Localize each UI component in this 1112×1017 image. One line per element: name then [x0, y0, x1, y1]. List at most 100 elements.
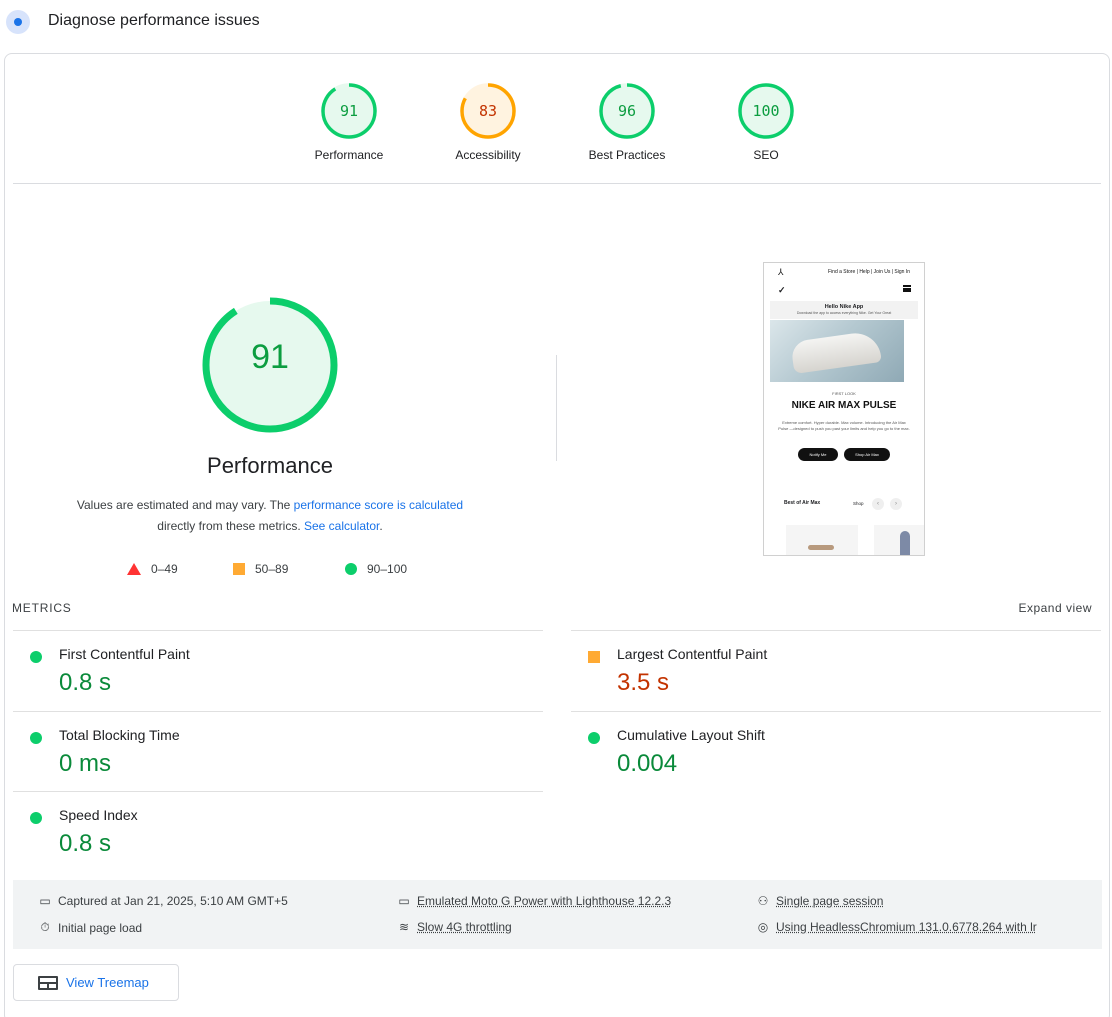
diagnose-icon: [6, 10, 30, 34]
chevron-right-icon: ›: [890, 498, 902, 510]
triangle-icon: [127, 563, 141, 575]
shoe-image: [790, 330, 882, 374]
preview-topbar: ⅄ Find a Store | Help | Join Us | Sign I…: [764, 263, 924, 279]
preview-notify-button: Notify Me: [798, 448, 838, 461]
calendar-icon: ▭: [39, 894, 51, 908]
metric-value: 0 ms: [59, 750, 112, 777]
runtime-settings: ▭ Captured at Jan 21, 2025, 5:10 AM GMT+…: [13, 880, 1102, 949]
timer-icon: ⏱: [40, 920, 50, 934]
preview-banner: Hello Nike App Download the app to acces…: [770, 301, 918, 319]
gauge-score: 100: [752, 102, 780, 120]
metric-lcp: Largest Contentful Paint 3.5 s: [571, 630, 1101, 710]
circle-icon: [345, 563, 357, 575]
preview-headline: NIKE AIR MAX PULSE: [791, 400, 897, 411]
section-header: Diagnose performance issues: [0, 0, 1112, 44]
nike-logo-icon: ✓: [778, 285, 786, 295]
info-text: Using HeadlessChromium 131.0.6778.264 wi…: [776, 920, 1037, 934]
pass-circle-icon: [30, 812, 42, 824]
chrome-icon: ◎: [757, 920, 769, 934]
preview-section-title: Best of Air Max: [784, 500, 821, 506]
gauge-label-seo[interactable]: SEO: [696, 148, 836, 162]
gauge-accessibility[interactable]: 83: [459, 82, 517, 140]
metric-value: 0.8 s: [59, 669, 112, 696]
chevron-left-icon: ‹: [872, 498, 884, 510]
browser-info[interactable]: ◎ Using HeadlessChromium 131.0.6778.264 …: [756, 920, 1037, 934]
metric-value: 0.004: [617, 750, 678, 777]
metric-name: Total Blocking Time: [59, 727, 180, 743]
metric-si: Speed Index 0.8 s: [13, 791, 543, 871]
legend-range: 0–49: [151, 562, 178, 576]
metric-value: 3.5 s: [617, 669, 670, 696]
performance-gauge-large: 91: [199, 294, 341, 436]
preview-eyebrow: FIRST LOOK: [832, 391, 856, 396]
note-text: .: [379, 519, 383, 533]
captured-at: ▭ Captured at Jan 21, 2025, 5:10 AM GMT+…: [38, 894, 288, 908]
metric-tbt: Total Blocking Time 0 ms: [13, 711, 543, 791]
pass-circle-icon: [30, 732, 42, 744]
performance-title: Performance: [207, 453, 333, 478]
metric-name: Cumulative Layout Shift: [617, 727, 765, 743]
info-text: Emulated Moto G Power with Lighthouse 12…: [417, 894, 672, 908]
page-load-type: ⏱ Initial page load: [38, 920, 142, 935]
gauge-label-best-practices[interactable]: Best Practices: [557, 148, 697, 162]
expand-view-toggle[interactable]: Expand view: [1018, 601, 1092, 615]
jordan-logo-icon: ⅄: [778, 267, 784, 277]
gauge-score: 83: [478, 102, 498, 120]
view-treemap-button[interactable]: View Treemap: [13, 964, 179, 1001]
info-text: Single page session: [776, 894, 884, 908]
pass-circle-icon: [588, 732, 600, 744]
preview-banner-sub: Download the app to access everything Ni…: [796, 311, 892, 315]
score-calculated-link[interactable]: performance score is calculated: [294, 498, 463, 512]
divider: [13, 183, 1101, 184]
metric-cls: Cumulative Layout Shift 0.004: [571, 711, 1101, 791]
info-text: Captured at Jan 21, 2025, 5:10 AM GMT+5: [58, 894, 288, 908]
metric-name: Largest Contentful Paint: [617, 646, 768, 662]
see-calculator-link[interactable]: See calculator: [304, 519, 379, 533]
preview-banner-title: Hello Nike App: [824, 304, 864, 310]
legend-range: 90–100: [367, 562, 408, 576]
pass-circle-icon: [30, 651, 42, 663]
gauge-performance[interactable]: 91: [320, 82, 378, 140]
info-text: Slow 4G throttling: [417, 920, 512, 934]
gauge-score: 96: [617, 102, 637, 120]
session-type[interactable]: ⚇ Single page session: [756, 894, 884, 908]
preview-product-card: [874, 525, 924, 555]
square-icon: [233, 563, 245, 575]
gauge-score: 91: [339, 102, 359, 120]
gauge-label-accessibility[interactable]: Accessibility: [418, 148, 558, 162]
emulated-device[interactable]: ▭ Emulated Moto G Power with Lighthouse …: [397, 894, 671, 908]
preview-shop-button: Shop Air Max: [844, 448, 890, 461]
preview-product-card: [786, 525, 858, 555]
preview-links: Find a Store | Help | Join Us | Sign In: [828, 269, 910, 275]
legend-range: 50–89: [255, 562, 289, 576]
metric-value: 0.8 s: [59, 830, 112, 857]
metric-name: Speed Index: [59, 807, 138, 823]
metrics-heading: METRICS: [12, 601, 72, 615]
menu-icon: [903, 285, 911, 292]
gauge-best-practices[interactable]: 96: [598, 82, 656, 140]
network-throttling[interactable]: ≋ Slow 4G throttling: [397, 920, 512, 934]
gauge-seo[interactable]: 100: [737, 82, 795, 140]
legend-average: 50–89: [233, 562, 288, 576]
final-screenshot[interactable]: ⅄ Find a Store | Help | Join Us | Sign I…: [763, 262, 925, 556]
legend-fail: 0–49: [127, 562, 178, 576]
gauge-label-performance[interactable]: Performance: [279, 148, 419, 162]
treemap-icon: [38, 975, 58, 990]
wifi-icon: ≋: [398, 920, 410, 934]
note-text: directly from these metrics.: [157, 519, 304, 533]
average-square-icon: [588, 651, 600, 663]
metric-name: First Contentful Paint: [59, 646, 190, 662]
section-title: Diagnose performance issues: [48, 12, 260, 29]
preview-shop-link: Shop: [853, 501, 864, 506]
session-icon: ⚇: [757, 894, 769, 908]
preview-hero-image: [770, 320, 904, 382]
view-treemap-label: View Treemap: [66, 975, 149, 990]
divider: [556, 355, 557, 461]
performance-score: 91: [251, 338, 289, 376]
score-note: Values are estimated and may vary. The p…: [30, 495, 510, 537]
devices-icon: ▭: [398, 894, 410, 908]
info-text: Initial page load: [58, 920, 143, 935]
metric-fcp: First Contentful Paint 0.8 s: [13, 630, 543, 710]
note-text: Values are estimated and may vary. The: [76, 498, 294, 512]
legend-pass: 90–100: [345, 562, 407, 576]
